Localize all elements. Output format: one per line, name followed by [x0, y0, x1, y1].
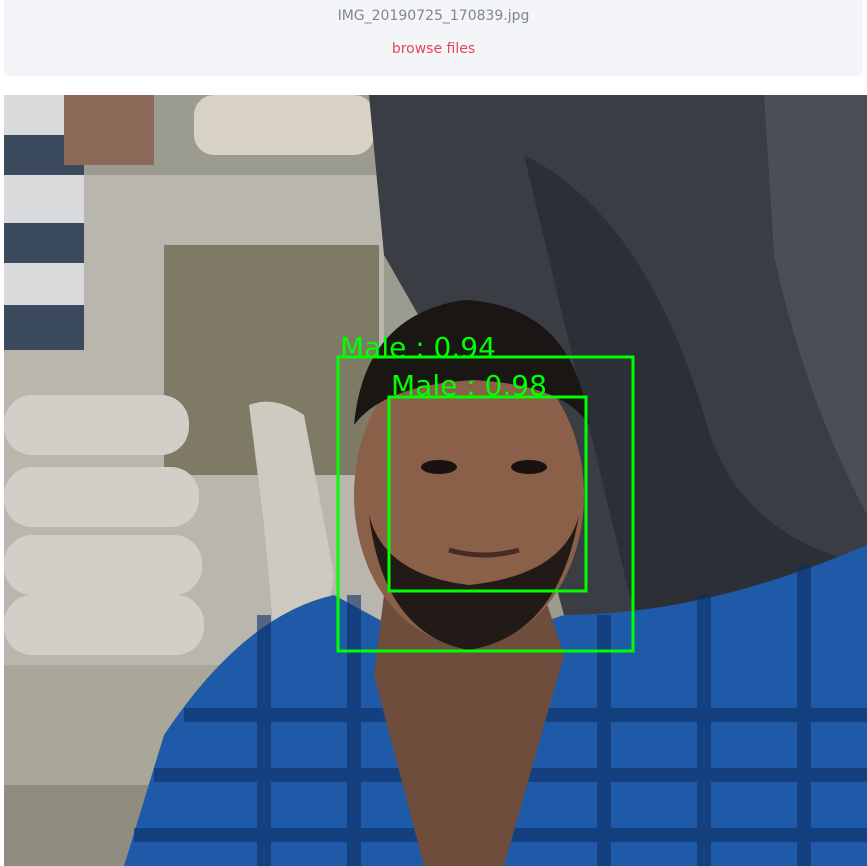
file-uploader: IMG_20190725_170839.jpg browse files: [4, 0, 863, 76]
browse-files-link[interactable]: browse files: [4, 41, 863, 57]
detection-label-inner: Male : 0.98: [391, 369, 547, 402]
detection-result-image: Male : 0.94 Male : 0.98: [4, 95, 867, 866]
detection-label-outer: Male : 0.94: [340, 331, 496, 364]
photo-illustration: Male : 0.94 Male : 0.98: [4, 95, 867, 866]
file-name: IMG_20190725_170839.jpg: [337, 8, 530, 24]
